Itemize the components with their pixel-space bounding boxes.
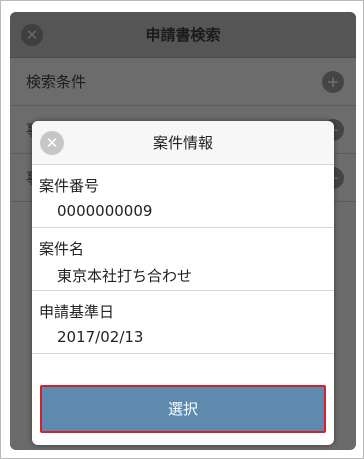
- base-date-label: 申請基準日: [39, 303, 115, 321]
- base-date-value: 2017/02/13: [57, 328, 144, 346]
- case-name-label: 案件名: [39, 240, 85, 258]
- application-search-title: 申請書検索: [145, 26, 221, 44]
- case-name-field: 案件名 東京本社打ち合わせ: [32, 228, 334, 291]
- case-number-value: 0000000009: [57, 202, 153, 220]
- case-info-title: 案件情報: [152, 134, 213, 152]
- search-conditions-label: 検索条件: [26, 73, 87, 91]
- screen-frame: ✕ 申請書検索 検索条件 + 事 − 事 − ✕ 案件情報 案件番号 00000…: [0, 0, 364, 459]
- search-conditions-row: 検索条件 +: [10, 58, 356, 106]
- application-search-header: ✕ 申請書検索: [10, 12, 356, 58]
- case-info-modal: ✕ 案件情報 案件番号 0000000009 案件名 東京本社打ち合わせ 申請基…: [32, 121, 334, 445]
- base-date-field: 申請基準日 2017/02/13: [32, 291, 334, 354]
- modal-actions: 選択: [32, 372, 334, 445]
- plus-icon: +: [322, 71, 344, 93]
- case-number-label: 案件番号: [39, 177, 100, 195]
- select-button[interactable]: 選択: [40, 385, 326, 433]
- case-info-header: ✕ 案件情報: [32, 121, 334, 165]
- case-name-value: 東京本社打ち合わせ: [57, 267, 193, 285]
- case-number-field: 案件番号 0000000009: [32, 165, 334, 228]
